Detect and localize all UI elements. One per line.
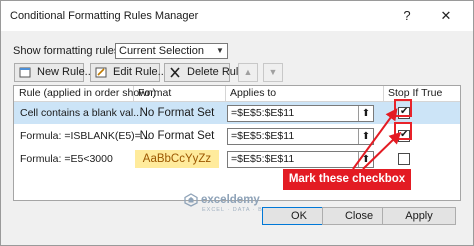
exceldemy-logo-icon	[184, 193, 198, 207]
callout-label: Mark these checkbox	[283, 169, 411, 190]
arrow-to-checkbox-2	[362, 131, 402, 170]
rules-manager-dialog: Conditional Formatting Rules Manager ? ✕…	[0, 0, 474, 246]
apply-button[interactable]: Apply	[382, 207, 456, 225]
watermark-brand: exceldemy	[201, 194, 260, 206]
watermark-tagline: EXCEL · DATA · BI	[202, 207, 266, 213]
arrow-to-checkbox-1	[352, 108, 398, 170]
